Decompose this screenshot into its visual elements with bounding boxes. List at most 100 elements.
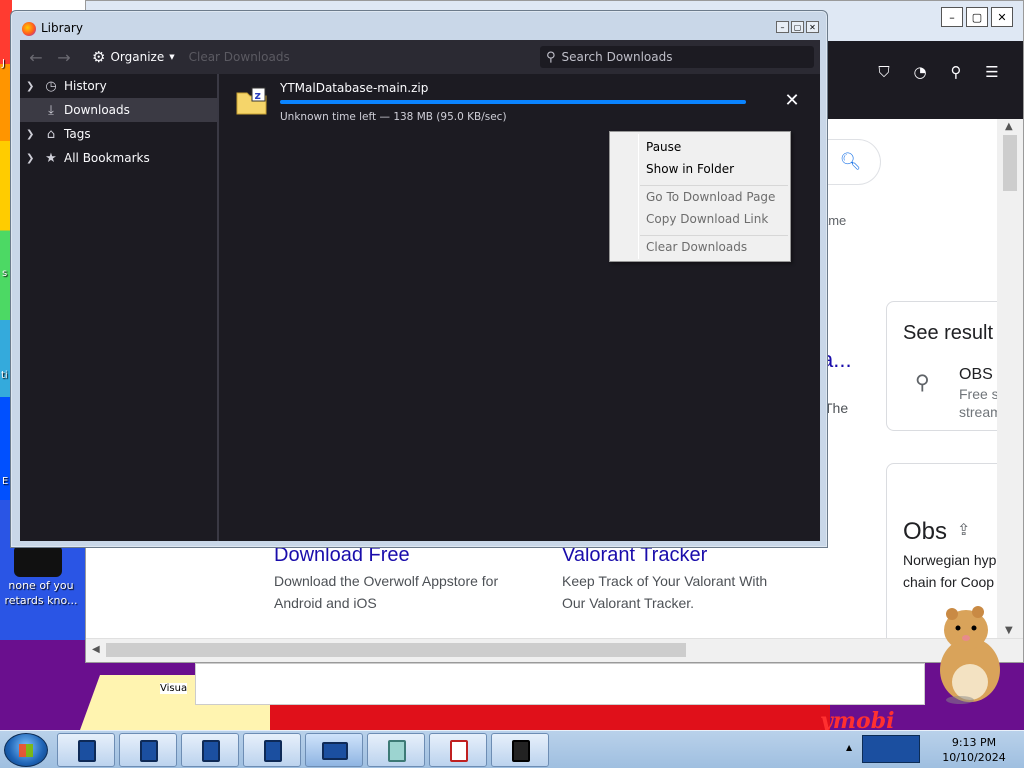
menu-item-pause[interactable]: Pause [646,140,681,154]
search-submit-button[interactable]: 🔍︎ [821,139,881,185]
library-window: Library – ▢ ✕ ← → ⚙ Organize ▼ Clear Dow… [10,10,828,548]
taskbar-app-button[interactable] [305,733,363,767]
forward-arrow-icon[interactable]: → [52,48,76,67]
checklist-icon [450,740,468,762]
menu-item-show-in-folder[interactable]: Show in Folder [646,162,734,176]
clock-icon: ◷ [45,78,57,94]
sidebar-item-label: Tags [64,127,91,141]
download-icon: ⤓ [48,102,54,118]
wallpaper-red [270,705,830,730]
side-card-item-desc: Free s [959,386,997,402]
search-placeholder: Search Downloads [561,50,673,64]
result-desc: Download the Overwolf Appstore for [274,573,499,589]
window-title: Library [41,21,83,35]
download-status: Unknown time left — 138 MB (95.0 KB/sec) [280,111,507,123]
side-card-item-desc: stream [959,404,997,420]
edge-letter: E [2,476,9,487]
library-toolbar: ← → ⚙ Organize ▼ Clear Downloads ⚲ Searc… [20,40,820,74]
clear-downloads-button[interactable]: Clear Downloads [189,50,290,64]
search-icon: ⚲ [546,49,556,65]
taskbar-app-button[interactable] [181,733,239,767]
minimize-button[interactable]: – [941,7,963,27]
sidebar-item-all-bookmarks[interactable]: ❯ ★ All Bookmarks [20,146,217,170]
menu-separator [640,185,788,186]
taskbar-app-button[interactable] [243,733,301,767]
desktop-shortcut-label[interactable]: none of you retards kno... [4,578,78,608]
download-filename: YTMalDatabase-main.zip [280,81,429,95]
chevron-down-icon: ▼ [169,53,175,61]
menu-item-copy-download-link[interactable]: Copy Download Link [646,212,768,226]
taskbar-app-button[interactable] [367,733,425,767]
chevron-right-icon[interactable]: ❯ [26,129,42,140]
download-progress-bar [280,100,746,104]
app-icon [322,742,348,760]
cancel-download-button[interactable]: ✕ [783,92,801,111]
result-desc: Our Valorant Tracker. [562,595,695,611]
scroll-left-icon[interactable]: ◀ [92,644,100,655]
menu-icon[interactable]: ☰ [981,61,1003,83]
chevron-right-icon[interactable]: ❯ [26,153,42,164]
taskbar: ▲ 9:13 PM 10/10/2024 [0,730,1024,768]
tray-expand-icon[interactable]: ▲ [846,743,852,752]
scroll-thumb[interactable] [1003,135,1017,191]
chevron-right-icon[interactable]: ❯ [26,81,42,92]
sidebar-item-tags[interactable]: ❯ ⌂ Tags [20,122,217,146]
edge-letter: ti [1,370,8,381]
organize-button[interactable]: ⚙ Organize ▼ [92,48,175,66]
close-button[interactable]: ✕ [806,21,819,33]
maximize-button[interactable]: ▢ [791,21,804,33]
gear-icon: ⚙ [92,48,106,66]
desktop-shortcut-icon[interactable] [14,545,62,577]
edge-letter: J [2,58,5,69]
horizontal-scrollbar[interactable]: ◀ [86,638,1023,662]
taskbar-clock[interactable]: 9:13 PM 10/10/2024 [935,735,1013,765]
side-card-heading: See result [903,322,994,344]
zip-file-icon: z [236,87,267,115]
tray-icons[interactable] [862,735,920,763]
knowledge-card-desc: chain for Coop [903,574,995,590]
minimize-button[interactable]: – [776,21,789,33]
menu-separator [640,235,788,236]
pocket-icon[interactable]: ⛉ [873,61,895,83]
status-panel [195,663,925,705]
search-downloads-input[interactable]: ⚲ Search Downloads [540,46,814,68]
sidebar-item-label: History [64,79,107,93]
knowledge-card-title: Obs [903,518,948,545]
sidebar-item-label: All Bookmarks [64,151,150,165]
tag-icon: ⌂ [46,126,56,142]
wallpaper-text: ymobi [820,708,895,730]
scroll-up-icon[interactable]: ▲ [1005,121,1013,132]
sidebar-item-history[interactable]: ❯ ◷ History [20,74,217,98]
star-icon: ★ [45,150,57,166]
taskbar-app-button[interactable] [119,733,177,767]
side-card-item-title[interactable]: OBS [959,366,993,384]
library-body: ← → ⚙ Organize ▼ Clear Downloads ⚲ Searc… [20,40,820,541]
clock-time: 9:13 PM [951,736,997,749]
sidebar-item-downloads[interactable]: ⤓ Downloads [20,98,217,122]
library-sidebar: ❯ ◷ History ⤓ Downloads ❯ ⌂ Tags ❯ ★ All… [20,74,219,541]
maximize-button[interactable]: ▢ [966,7,988,27]
share-icon[interactable]: ⇪ [957,520,970,540]
knowledge-card-desc: Norwegian hype [903,552,997,568]
taskbar-app-button[interactable] [429,733,487,767]
taskbar-app-button[interactable] [57,733,115,767]
results-side-card: See result ⚲ OBS Free s stream [886,301,997,431]
search-icon: ⚲ [915,372,930,394]
close-button[interactable]: ✕ [991,7,1013,27]
account-icon[interactable]: ◔ [909,61,931,83]
organize-label: Organize [110,50,165,64]
menu-item-go-to-download-page[interactable]: Go To Download Page [646,190,775,204]
search-icon: 🔍︎ [839,152,862,172]
app-icon [512,740,530,762]
desktop-visual-label[interactable]: Visua [160,683,188,694]
menu-item-clear-downloads[interactable]: Clear Downloads [646,240,747,254]
extensions-icon[interactable]: ⚲ [945,61,967,83]
vertical-scrollbar[interactable]: ▲ ▼ [997,119,1023,638]
start-button[interactable] [4,733,48,767]
hamster-sticker [940,606,1000,704]
back-arrow-icon[interactable]: ← [24,48,48,67]
download-progress-fill [280,100,746,104]
scroll-thumb[interactable] [106,643,686,657]
app-icon [264,740,282,762]
taskbar-app-button[interactable] [491,733,549,767]
